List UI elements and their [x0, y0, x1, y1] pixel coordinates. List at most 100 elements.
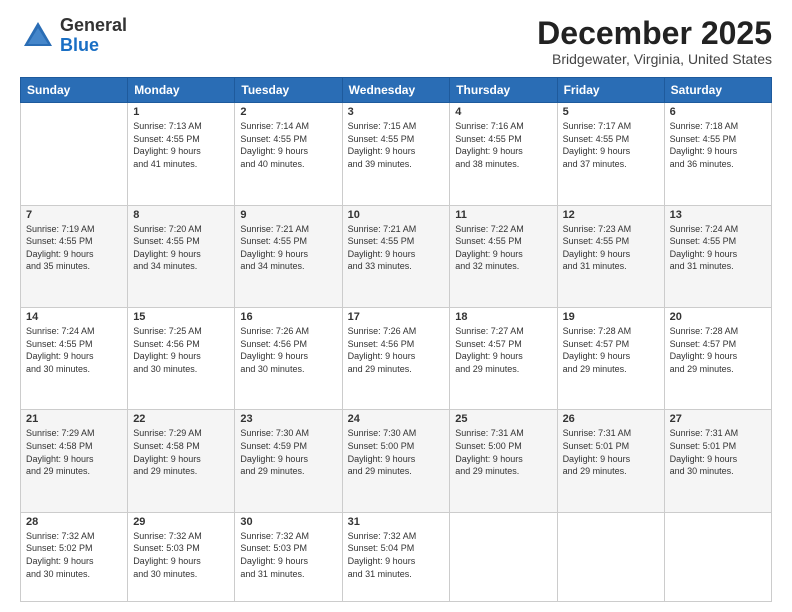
- day-number: 22: [133, 413, 229, 425]
- header: General Blue December 2025 Bridgewater, …: [20, 16, 772, 67]
- day-number: 20: [670, 311, 766, 323]
- calendar-cell: 10Sunrise: 7:21 AM Sunset: 4:55 PM Dayli…: [342, 205, 450, 307]
- day-number: 17: [348, 311, 445, 323]
- calendar-cell: 22Sunrise: 7:29 AM Sunset: 4:58 PM Dayli…: [128, 410, 235, 512]
- day-number: 28: [26, 516, 122, 528]
- day-number: 3: [348, 106, 445, 118]
- calendar-header-cell: Wednesday: [342, 78, 450, 103]
- calendar-header-cell: Sunday: [21, 78, 128, 103]
- calendar-body: 1Sunrise: 7:13 AM Sunset: 4:55 PM Daylig…: [21, 103, 772, 602]
- day-info: Sunrise: 7:24 AM Sunset: 4:55 PM Dayligh…: [26, 325, 122, 375]
- location: Bridgewater, Virginia, United States: [537, 51, 772, 67]
- day-number: 2: [240, 106, 336, 118]
- day-info: Sunrise: 7:29 AM Sunset: 4:58 PM Dayligh…: [26, 427, 122, 477]
- day-info: Sunrise: 7:18 AM Sunset: 4:55 PM Dayligh…: [670, 120, 766, 170]
- day-info: Sunrise: 7:22 AM Sunset: 4:55 PM Dayligh…: [455, 223, 551, 273]
- calendar-cell: 5Sunrise: 7:17 AM Sunset: 4:55 PM Daylig…: [557, 103, 664, 205]
- day-number: 12: [563, 209, 659, 221]
- calendar-cell: 20Sunrise: 7:28 AM Sunset: 4:57 PM Dayli…: [664, 308, 771, 410]
- day-info: Sunrise: 7:15 AM Sunset: 4:55 PM Dayligh…: [348, 120, 445, 170]
- day-number: 1: [133, 106, 229, 118]
- calendar-cell: 3 Sunrise: 7:15 AM Sunset: 4:55 PM Daylig…: [342, 103, 450, 205]
- day-info: Sunrise: 7:28 AM Sunset: 4:57 PM Dayligh…: [563, 325, 659, 375]
- title-block: December 2025 Bridgewater, Virginia, Uni…: [537, 16, 772, 67]
- calendar-cell: [664, 512, 771, 601]
- calendar-week-row: 7 Sunrise: 7:19 AM Sunset: 4:55 PM Daylig…: [21, 205, 772, 307]
- day-info: Sunrise: 7:21 AM Sunset: 4:55 PM Dayligh…: [240, 223, 336, 273]
- calendar-cell: 7 Sunrise: 7:19 AM Sunset: 4:55 PM Daylig…: [21, 205, 128, 307]
- calendar-header-cell: Friday: [557, 78, 664, 103]
- day-number: 6: [670, 106, 766, 118]
- logo: General Blue: [20, 16, 127, 56]
- calendar-cell: 21 Sunrise: 7:29 AM Sunset: 4:58 PM Dayli…: [21, 410, 128, 512]
- calendar-cell: 15 Sunrise: 7:25 AM Sunset: 4:56 PM Dayli…: [128, 308, 235, 410]
- day-number: 15: [133, 311, 229, 323]
- day-info: Sunrise: 7:26 AM Sunset: 4:56 PM Dayligh…: [240, 325, 336, 375]
- calendar-week-row: 14Sunrise: 7:24 AM Sunset: 4:55 PM Dayli…: [21, 308, 772, 410]
- day-info: Sunrise: 7:20 AM Sunset: 4:55 PM Dayligh…: [133, 223, 229, 273]
- calendar-cell: 27 Sunrise: 7:31 AM Sunset: 5:01 PM Dayli…: [664, 410, 771, 512]
- logo-text: General Blue: [60, 16, 127, 56]
- calendar-cell: 31 Sunrise: 7:32 AM Sunset: 5:04 PM Dayli…: [342, 512, 450, 601]
- calendar-cell: 11 Sunrise: 7:22 AM Sunset: 4:55 PM Dayli…: [450, 205, 557, 307]
- day-number: 19: [563, 311, 659, 323]
- calendar-cell: 17 Sunrise: 7:26 AM Sunset: 4:56 PM Dayli…: [342, 308, 450, 410]
- calendar-cell: 25Sunrise: 7:31 AM Sunset: 5:00 PM Dayli…: [450, 410, 557, 512]
- calendar-cell: 28 Sunrise: 7:32 AM Sunset: 5:02 PM Dayli…: [21, 512, 128, 601]
- day-number: 18: [455, 311, 551, 323]
- day-info: Sunrise: 7:32 AM Sunset: 5:03 PM Dayligh…: [240, 530, 336, 580]
- calendar-header-cell: Monday: [128, 78, 235, 103]
- day-info: Sunrise: 7:30 AM Sunset: 5:00 PM Dayligh…: [348, 427, 445, 477]
- calendar-cell: 23Sunrise: 7:30 AM Sunset: 4:59 PM Dayli…: [235, 410, 342, 512]
- day-info: Sunrise: 7:25 AM Sunset: 4:56 PM Dayligh…: [133, 325, 229, 375]
- day-number: 25: [455, 413, 551, 425]
- day-number: 26: [563, 413, 659, 425]
- calendar-week-row: 21 Sunrise: 7:29 AM Sunset: 4:58 PM Dayli…: [21, 410, 772, 512]
- day-number: 31: [348, 516, 445, 528]
- day-info: Sunrise: 7:23 AM Sunset: 4:55 PM Dayligh…: [563, 223, 659, 273]
- logo-blue: Blue: [60, 35, 99, 55]
- day-info: Sunrise: 7:16 AM Sunset: 4:55 PM Dayligh…: [455, 120, 551, 170]
- calendar-cell: 16 Sunrise: 7:26 AM Sunset: 4:56 PM Dayli…: [235, 308, 342, 410]
- calendar-cell: 12 Sunrise: 7:23 AM Sunset: 4:55 PM Dayli…: [557, 205, 664, 307]
- calendar-cell: [450, 512, 557, 601]
- calendar-cell: 1Sunrise: 7:13 AM Sunset: 4:55 PM Daylig…: [128, 103, 235, 205]
- day-info: Sunrise: 7:21 AM Sunset: 4:55 PM Dayligh…: [348, 223, 445, 273]
- calendar-cell: [557, 512, 664, 601]
- calendar: SundayMondayTuesdayWednesdayThursdayFrid…: [20, 77, 772, 602]
- day-info: Sunrise: 7:32 AM Sunset: 5:04 PM Dayligh…: [348, 530, 445, 580]
- logo-general: General: [60, 15, 127, 35]
- day-info: Sunrise: 7:27 AM Sunset: 4:57 PM Dayligh…: [455, 325, 551, 375]
- calendar-cell: 29Sunrise: 7:32 AM Sunset: 5:03 PM Dayli…: [128, 512, 235, 601]
- calendar-header-row: SundayMondayTuesdayWednesdayThursdayFrid…: [21, 78, 772, 103]
- day-info: Sunrise: 7:14 AM Sunset: 4:55 PM Dayligh…: [240, 120, 336, 170]
- calendar-week-row: 28 Sunrise: 7:32 AM Sunset: 5:02 PM Dayli…: [21, 512, 772, 601]
- day-info: Sunrise: 7:31 AM Sunset: 5:01 PM Dayligh…: [670, 427, 766, 477]
- calendar-cell: 13Sunrise: 7:24 AM Sunset: 4:55 PM Dayli…: [664, 205, 771, 307]
- day-info: Sunrise: 7:30 AM Sunset: 4:59 PM Dayligh…: [240, 427, 336, 477]
- day-number: 7: [26, 209, 122, 221]
- logo-icon: [20, 18, 56, 54]
- day-info: Sunrise: 7:19 AM Sunset: 4:55 PM Dayligh…: [26, 223, 122, 273]
- calendar-cell: 18 Sunrise: 7:27 AM Sunset: 4:57 PM Dayli…: [450, 308, 557, 410]
- calendar-header-cell: Saturday: [664, 78, 771, 103]
- calendar-cell: [21, 103, 128, 205]
- calendar-cell: 26 Sunrise: 7:31 AM Sunset: 5:01 PM Dayli…: [557, 410, 664, 512]
- day-number: 11: [455, 209, 551, 221]
- month-title: December 2025: [537, 16, 772, 51]
- day-info: Sunrise: 7:31 AM Sunset: 5:01 PM Dayligh…: [563, 427, 659, 477]
- calendar-cell: 24 Sunrise: 7:30 AM Sunset: 5:00 PM Dayli…: [342, 410, 450, 512]
- day-number: 27: [670, 413, 766, 425]
- calendar-cell: 2 Sunrise: 7:14 AM Sunset: 4:55 PM Daylig…: [235, 103, 342, 205]
- day-number: 8: [133, 209, 229, 221]
- day-number: 16: [240, 311, 336, 323]
- calendar-cell: 9Sunrise: 7:21 AM Sunset: 4:55 PM Daylig…: [235, 205, 342, 307]
- day-info: Sunrise: 7:26 AM Sunset: 4:56 PM Dayligh…: [348, 325, 445, 375]
- day-number: 13: [670, 209, 766, 221]
- calendar-cell: 6 Sunrise: 7:18 AM Sunset: 4:55 PM Daylig…: [664, 103, 771, 205]
- day-number: 21: [26, 413, 122, 425]
- calendar-cell: 4Sunrise: 7:16 AM Sunset: 4:55 PM Daylig…: [450, 103, 557, 205]
- day-number: 24: [348, 413, 445, 425]
- day-info: Sunrise: 7:32 AM Sunset: 5:02 PM Dayligh…: [26, 530, 122, 580]
- calendar-cell: 30Sunrise: 7:32 AM Sunset: 5:03 PM Dayli…: [235, 512, 342, 601]
